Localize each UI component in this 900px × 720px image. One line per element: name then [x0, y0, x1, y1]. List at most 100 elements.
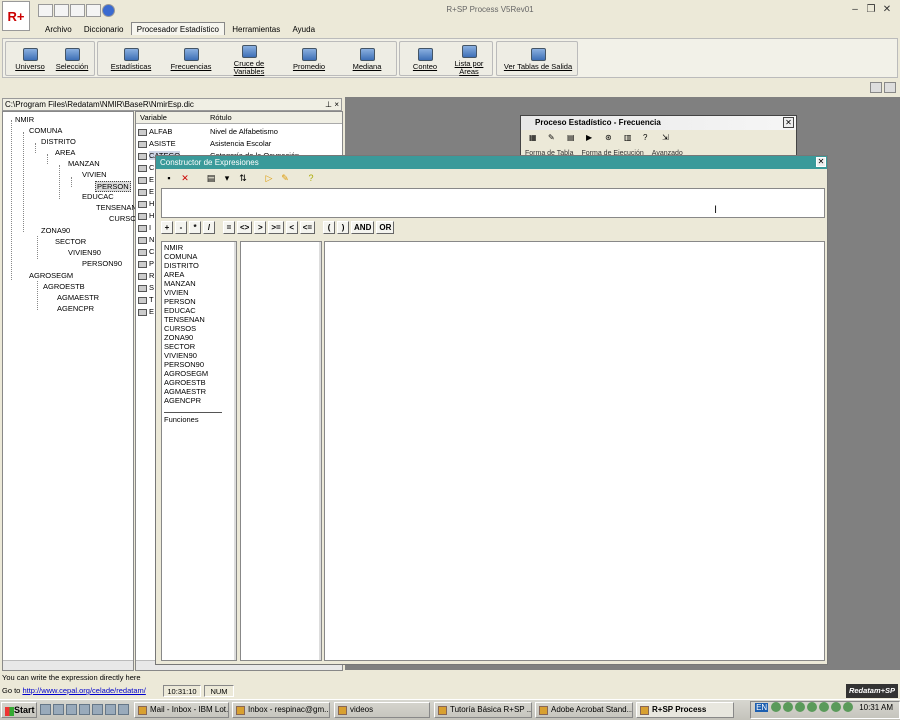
tree-node-manzan[interactable]: MANZAN	[68, 159, 100, 168]
variable-row[interactable]: S	[138, 283, 154, 292]
column-header-variable[interactable]: Variable	[140, 113, 167, 122]
entity-item[interactable]: MANZAN	[164, 279, 196, 288]
filter-icon[interactable]: ▤	[204, 172, 218, 185]
operator-open-paren-button[interactable]: (	[323, 221, 336, 234]
operator-close-paren-button[interactable]: )	[337, 221, 350, 234]
entity-item[interactable]: PERSON	[164, 297, 196, 306]
tray-icon[interactable]	[807, 702, 818, 712]
tray-icon[interactable]	[771, 702, 782, 712]
save-icon[interactable]: ▤	[567, 133, 583, 145]
minimize-icon[interactable]: –	[848, 4, 862, 15]
entity-item[interactable]: SECTOR	[164, 342, 195, 351]
entity-item[interactable]: AGROSEGM	[164, 369, 208, 378]
taskbar-item-videos[interactable]: videos	[334, 702, 430, 718]
universo-button[interactable]: Universo	[10, 48, 50, 71]
cepal-link[interactable]: http://www.cepal.org/celade/redatam/	[22, 686, 145, 695]
variable-row[interactable]: R	[138, 271, 154, 280]
table-icon[interactable]: ▦	[529, 133, 545, 145]
menu-archivo[interactable]: Archivo	[40, 23, 77, 35]
taskbar-item-inbox[interactable]: Inbox - respinac@gm...	[232, 702, 330, 718]
close-icon[interactable]: ×	[334, 100, 339, 109]
entity-item[interactable]: VIVIEN	[164, 288, 189, 297]
entity-item[interactable]: COMUNA	[164, 252, 197, 261]
entity-item[interactable]: AREA	[164, 270, 184, 279]
layout-icon[interactable]	[870, 82, 882, 93]
pin-icon[interactable]: ⊥	[325, 100, 332, 109]
operator-divide-button[interactable]: /	[203, 221, 215, 234]
variable-row[interactable]: H	[138, 211, 154, 220]
help-icon[interactable]: ?	[643, 133, 659, 145]
variable-column-scrollbar[interactable]	[319, 242, 321, 660]
entity-item[interactable]: CURSOS	[164, 324, 196, 333]
quick-launch-icon[interactable]	[118, 704, 129, 715]
tray-icon[interactable]	[831, 702, 842, 712]
mediana-button[interactable]: Mediana	[342, 48, 392, 71]
pencil-icon[interactable]: ✎	[278, 172, 292, 185]
quick-launch-icon[interactable]	[79, 704, 90, 715]
entity-item[interactable]: PERSON90	[164, 360, 204, 369]
export-icon[interactable]: ⇲	[662, 133, 678, 145]
tray-icon[interactable]	[843, 702, 854, 712]
quick-launch-icon[interactable]	[105, 704, 116, 715]
promedio-button[interactable]: Promedio	[284, 48, 334, 71]
tree-node-vivien[interactable]: VIVIEN	[82, 170, 107, 179]
variable-row[interactable]: I	[138, 223, 151, 232]
variable-row[interactable]: H	[138, 199, 154, 208]
menu-herramientas[interactable]: Herramientas	[227, 23, 285, 35]
tree-node-educac[interactable]: EDUCAC	[82, 192, 114, 201]
tray-icon[interactable]	[795, 702, 806, 712]
variable-row[interactable]: E	[138, 187, 154, 196]
operator-not-equal-button[interactable]: <>	[237, 221, 253, 234]
entity-list-scrollbar[interactable]	[234, 242, 236, 660]
taskbar-item-mail[interactable]: Mail - Inbox - IBM Lot...	[134, 702, 229, 718]
operator-plus-button[interactable]: +	[161, 221, 173, 234]
dropdown-icon[interactable]: ▾	[220, 172, 234, 185]
menu-diccionario[interactable]: Diccionario	[79, 23, 129, 35]
tree-node-agencpr[interactable]: AGENCPR	[57, 304, 94, 313]
tree-node-person90[interactable]: PERSON90	[82, 259, 122, 268]
operator-and-button[interactable]: AND	[351, 221, 375, 234]
help-icon[interactable]: ?	[304, 172, 318, 185]
info-icon[interactable]	[102, 4, 115, 17]
run-icon[interactable]: ▶	[586, 133, 602, 145]
entity-item[interactable]: NMIR	[164, 243, 183, 252]
tree-node-comuna[interactable]: COMUNA	[29, 126, 62, 135]
operator-or-button[interactable]: OR	[376, 221, 395, 234]
variable-row[interactable]: ASISTE Asistencia Escolar	[138, 139, 271, 148]
variable-row[interactable]: T	[138, 295, 154, 304]
variable-column[interactable]	[240, 241, 322, 661]
entity-item[interactable]: ZONA90	[164, 333, 193, 342]
menu-ayuda[interactable]: Ayuda	[287, 23, 320, 35]
tree-node-sector[interactable]: SECTOR	[55, 237, 86, 246]
ver-tablas-de-salida-button[interactable]: Ver Tablas de Salida	[500, 48, 576, 71]
app-logo[interactable]: R+	[2, 1, 30, 31]
tree-node-agmaestr[interactable]: AGMAESTR	[57, 293, 99, 302]
tree-node-curso[interactable]: CURSO	[109, 214, 136, 223]
seleccion-button[interactable]: Selección	[52, 48, 92, 71]
tree-node-tensenan[interactable]: TENSENAN	[96, 203, 137, 212]
tray-icon[interactable]	[783, 702, 794, 712]
taskbar-item-tutoria[interactable]: Tutoría Básica R+SP ...	[434, 702, 532, 718]
entity-tree[interactable]: NMIR COMUNA DISTRITO AREA MANZAN VIVIEN …	[2, 111, 137, 671]
quick-launch-icon[interactable]	[40, 704, 51, 715]
functions-item[interactable]: Funciones	[164, 415, 199, 424]
variable-row[interactable]: E	[138, 175, 154, 184]
document-icon[interactable]: ▥	[624, 133, 640, 145]
tree-node-distrito[interactable]: DISTRITO	[41, 137, 76, 146]
tree-node-nmir[interactable]: NMIR	[15, 115, 34, 124]
variable-row[interactable]: C	[138, 163, 154, 172]
taskbar-item-rsp-process[interactable]: R+SP Process	[636, 702, 734, 718]
entity-item[interactable]: EDUCAC	[164, 306, 196, 315]
quick-launch-icon[interactable]	[92, 704, 103, 715]
operator-less-button[interactable]: <	[285, 221, 298, 234]
operator-less-equal-button[interactable]: <=	[299, 221, 316, 234]
operator-greater-equal-button[interactable]: >=	[268, 221, 284, 234]
close-icon[interactable]: ✕	[783, 117, 794, 128]
operator-multiply-button[interactable]: *	[189, 221, 201, 234]
operator-greater-button[interactable]: >	[254, 221, 267, 234]
close-icon[interactable]: ✕	[880, 4, 894, 15]
tree-node-person[interactable]: PERSON	[95, 181, 131, 192]
lista-por-areas-button[interactable]: Lista por Áreas	[448, 45, 490, 76]
entity-item[interactable]: AGROESTB	[164, 378, 206, 387]
restore-icon[interactable]: ❐	[864, 4, 878, 15]
